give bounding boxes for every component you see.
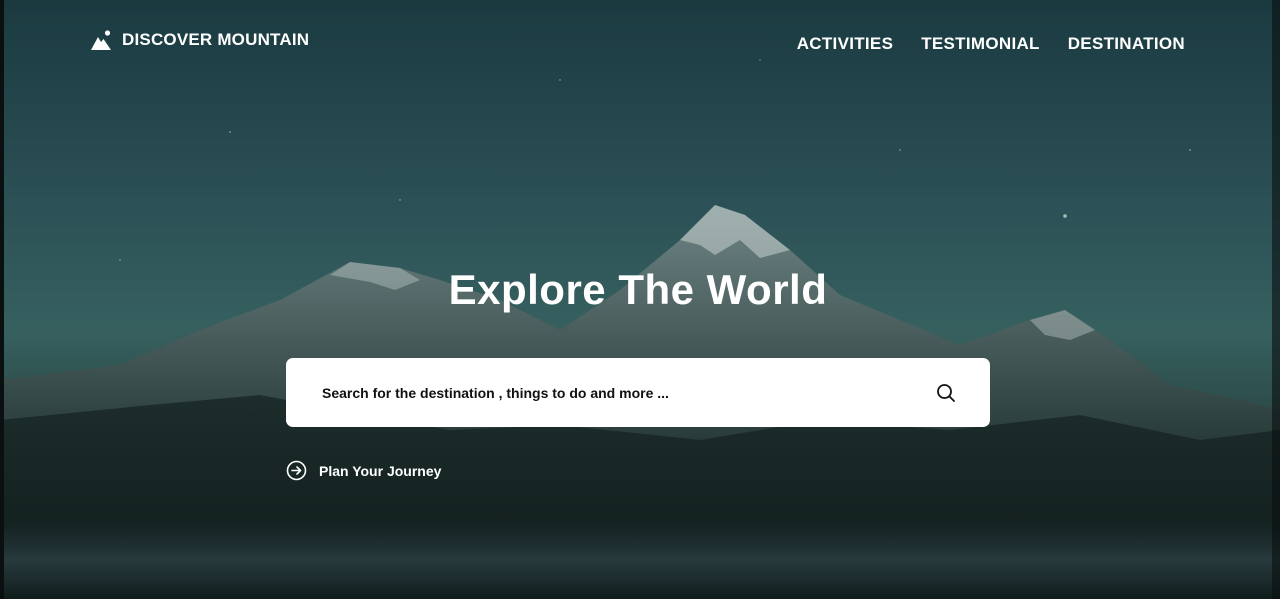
search-input[interactable] xyxy=(320,383,936,402)
top-navigation-bar: DISCOVER MOUNTAIN ACTIVITIES TESTIMONIAL… xyxy=(90,26,1185,54)
brand-name: DISCOVER MOUNTAIN xyxy=(122,30,310,49)
search-bar xyxy=(286,358,990,427)
search-icon[interactable] xyxy=(936,383,956,403)
mountain-logo-icon xyxy=(90,29,112,51)
hero-headline: Explore The World xyxy=(448,266,828,313)
nav-item-activities[interactable]: ACTIVITIES xyxy=(797,34,894,54)
main-nav: ACTIVITIES TESTIMONIAL DESTINATION xyxy=(797,34,1185,54)
plan-journey-link[interactable]: Plan Your Journey xyxy=(286,460,441,481)
nav-item-testimonial[interactable]: TESTIMONIAL xyxy=(921,34,1040,54)
arrow-right-circle-icon xyxy=(286,460,307,481)
hero-section: DISCOVER MOUNTAIN ACTIVITIES TESTIMONIAL… xyxy=(0,0,1280,599)
brand-logo[interactable]: DISCOVER MOUNTAIN xyxy=(90,29,309,51)
nav-item-destination[interactable]: DESTINATION xyxy=(1068,34,1185,54)
plan-journey-label: Plan Your Journey xyxy=(319,462,442,479)
